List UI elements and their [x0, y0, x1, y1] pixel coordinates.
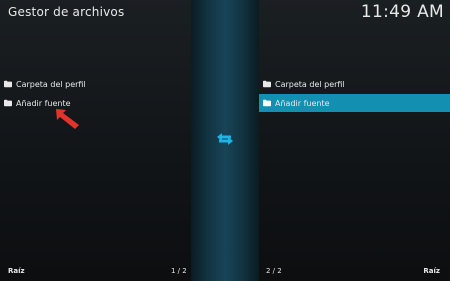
- left-panel: [0, 0, 191, 281]
- folder-icon: [263, 80, 271, 88]
- list-item-carpeta-del-perfil-right[interactable]: Carpeta del perfil: [259, 75, 450, 93]
- list-item-carpeta-del-perfil-left[interactable]: Carpeta del perfil: [0, 75, 191, 93]
- clock: 11:49 AM: [360, 2, 444, 22]
- list-item-label: Carpeta del perfil: [275, 79, 345, 89]
- folder-icon: [4, 80, 12, 88]
- left-root-label[interactable]: Raíz: [8, 267, 25, 275]
- page-title: Gestor de archivos: [8, 5, 125, 19]
- swap-arrows-icon[interactable]: [216, 132, 234, 146]
- list-item-label: Añadir fuente: [275, 98, 330, 108]
- folder-icon: [263, 99, 271, 107]
- right-page-indicator: 2 / 2: [266, 267, 282, 275]
- list-item-label: Carpeta del perfil: [16, 79, 86, 89]
- list-item-anadir-fuente-left[interactable]: Añadir fuente: [0, 94, 191, 112]
- left-page-indicator: 1 / 2: [171, 267, 187, 275]
- right-panel: [259, 0, 450, 281]
- folder-icon: [4, 99, 12, 107]
- pointer-arrow-icon: [56, 109, 79, 129]
- right-root-label[interactable]: Raíz: [423, 267, 440, 275]
- list-item-anadir-fuente-right[interactable]: Añadir fuente: [259, 94, 450, 112]
